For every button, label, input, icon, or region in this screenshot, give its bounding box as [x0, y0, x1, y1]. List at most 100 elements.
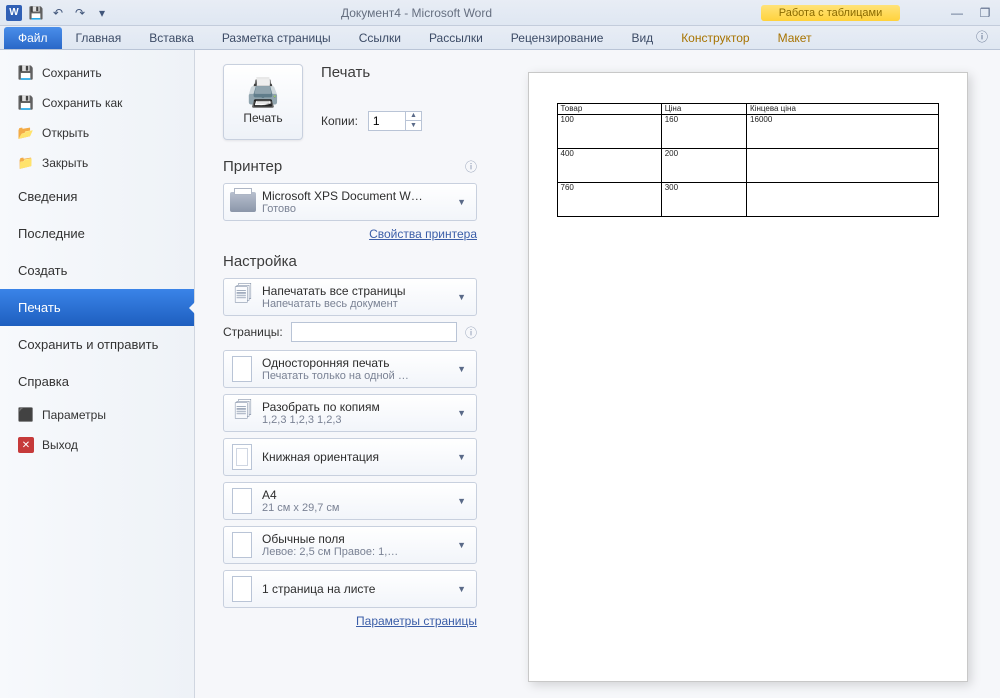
print-preview-pane: Товар Ціна Кінцева ціна 100 160 16000 40…	[495, 50, 1000, 698]
tab-mailings[interactable]: Рассылки	[415, 27, 497, 49]
tab-page-layout[interactable]: Разметка страницы	[208, 27, 345, 49]
word-app-icon[interactable]: W	[6, 5, 22, 21]
sidebar-item-open[interactable]: 📂 Открыть	[0, 118, 194, 148]
copies-down-icon[interactable]: ▼	[405, 121, 421, 131]
table-cell	[747, 183, 938, 217]
paper-size-icon	[232, 488, 252, 514]
table-header-cell: Ціна	[661, 104, 746, 115]
pages-input[interactable]	[291, 322, 457, 342]
portrait-icon	[232, 444, 252, 470]
tab-references[interactable]: Ссылки	[345, 27, 415, 49]
preview-page: Товар Ціна Кінцева ціна 100 160 16000 40…	[528, 72, 968, 682]
copies-spinner[interactable]: ▲ ▼	[368, 111, 422, 131]
table-cell: 200	[661, 149, 746, 183]
sidebar-item-options[interactable]: ⬛ Параметры	[0, 400, 194, 430]
copies-input[interactable]	[369, 114, 405, 128]
sidebar-item-recent[interactable]: Последние	[0, 215, 194, 252]
margins-dropdown[interactable]: Обычные поля Левое: 2,5 см Правое: 1,… ▼	[223, 526, 477, 564]
tab-file[interactable]: Файл	[4, 27, 62, 49]
page-setup-link[interactable]: Параметры страницы	[356, 614, 477, 628]
chevron-down-icon: ▼	[453, 408, 470, 418]
tab-table-design[interactable]: Конструктор	[667, 27, 763, 49]
sidebar-item-label: Сведения	[18, 189, 77, 204]
orientation-dropdown[interactable]: Книжная ориентация ▼	[223, 438, 477, 476]
ribbon-tabs: Файл Главная Вставка Разметка страницы С…	[0, 26, 1000, 50]
sidebar-item-info[interactable]: Сведения	[0, 178, 194, 215]
duplex-dropdown[interactable]: Односторонняя печать Печатать только на …	[223, 350, 477, 388]
sidebar-item-label: Сохранить	[42, 66, 102, 80]
table-row: 100 160 16000	[557, 115, 938, 149]
help-icon[interactable]: ⓘ	[968, 24, 996, 49]
window-title: Документ4 - Microsoft Word	[110, 6, 723, 20]
tab-view[interactable]: Вид	[617, 27, 667, 49]
exit-icon: ✕	[18, 437, 34, 453]
info-icon[interactable]: ⓘ	[465, 158, 477, 175]
sidebar-item-save[interactable]: 💾 Сохранить	[0, 58, 194, 88]
table-cell	[747, 149, 938, 183]
table-row: Товар Ціна Кінцева ціна	[557, 104, 938, 115]
sidebar-item-save-as[interactable]: 💾 Сохранить как	[0, 88, 194, 118]
info-icon[interactable]: ⓘ	[465, 324, 477, 341]
sidebar-item-label: Печать	[18, 300, 61, 315]
sidebar-item-label: Открыть	[42, 126, 89, 140]
collate-sub: 1,2,3 1,2,3 1,2,3	[262, 414, 453, 426]
save-icon: 💾	[18, 65, 34, 81]
per-sheet-title: 1 страница на листе	[262, 582, 453, 596]
settings-heading: Настройка	[223, 253, 297, 270]
minimize-button[interactable]: —	[948, 6, 966, 20]
copies-up-icon[interactable]: ▲	[405, 111, 421, 121]
folder-icon: 📁	[18, 155, 34, 171]
quick-access-toolbar: W 💾 ↶ ↷ ▾	[6, 5, 110, 21]
print-button[interactable]: 🖨️ Печать	[223, 64, 303, 140]
sidebar-item-close[interactable]: 📁 Закрыть	[0, 148, 194, 178]
pages-per-sheet-dropdown[interactable]: 1 страница на листе ▼	[223, 570, 477, 608]
margins-title: Обычные поля	[262, 532, 453, 546]
print-scope-dropdown[interactable]: 🗐 Напечатать все страницы Напечатать вес…	[223, 278, 477, 316]
restore-button[interactable]: ❐	[976, 6, 994, 20]
scope-sub: Напечатать весь документ	[262, 298, 453, 310]
sidebar-item-exit[interactable]: ✕ Выход	[0, 430, 194, 460]
tab-review[interactable]: Рецензирование	[497, 27, 618, 49]
copies-label: Копии:	[321, 114, 358, 128]
chevron-down-icon: ▼	[453, 540, 470, 550]
size-sub: 21 см x 29,7 см	[262, 502, 453, 514]
size-title: A4	[262, 488, 453, 502]
sidebar-item-label: Выход	[42, 438, 78, 452]
printer-properties-link[interactable]: Свойства принтера	[369, 227, 477, 241]
sidebar-item-print[interactable]: Печать	[0, 289, 194, 326]
paper-size-dropdown[interactable]: A4 21 см x 29,7 см ▼	[223, 482, 477, 520]
save-icon[interactable]: 💾	[28, 5, 44, 21]
duplex-title: Односторонняя печать	[262, 356, 453, 370]
collate-title: Разобрать по копиям	[262, 400, 453, 414]
sidebar-item-help[interactable]: Справка	[0, 363, 194, 400]
backstage-view: 💾 Сохранить 💾 Сохранить как 📂 Открыть 📁 …	[0, 50, 1000, 698]
pages-label: Страницы:	[223, 325, 283, 339]
tab-insert[interactable]: Вставка	[135, 27, 208, 49]
printer-dropdown[interactable]: Microsoft XPS Document W… Готово ▼	[223, 183, 477, 221]
sidebar-item-label: Создать	[18, 263, 67, 278]
table-cell: 16000	[747, 115, 938, 149]
margins-sub: Левое: 2,5 см Правое: 1,…	[262, 546, 453, 558]
titlebar: W 💾 ↶ ↷ ▾ Документ4 - Microsoft Word Раб…	[0, 0, 1000, 26]
margins-icon	[232, 532, 252, 558]
chevron-down-icon: ▼	[453, 452, 470, 462]
sidebar-item-new[interactable]: Создать	[0, 252, 194, 289]
save-as-icon: 💾	[18, 95, 34, 111]
sidebar-item-share[interactable]: Сохранить и отправить	[0, 326, 194, 363]
tab-table-layout[interactable]: Макет	[764, 27, 826, 49]
sidebar-item-label: Закрыть	[42, 156, 88, 170]
duplex-sub: Печатать только на одной …	[262, 370, 453, 382]
table-cell: 300	[661, 183, 746, 217]
qat-customize-icon[interactable]: ▾	[94, 5, 110, 21]
table-cell: 760	[557, 183, 661, 217]
undo-icon[interactable]: ↶	[50, 5, 66, 21]
tab-home[interactable]: Главная	[62, 27, 136, 49]
redo-icon[interactable]: ↷	[72, 5, 88, 21]
sidebar-item-label: Последние	[18, 226, 85, 241]
table-row: 400 200	[557, 149, 938, 183]
table-header-cell: Кінцева ціна	[747, 104, 938, 115]
backstage-sidebar: 💾 Сохранить 💾 Сохранить как 📂 Открыть 📁 …	[0, 50, 195, 698]
table-cell: 400	[557, 149, 661, 183]
collate-dropdown[interactable]: 🗐 Разобрать по копиям 1,2,3 1,2,3 1,2,3 …	[223, 394, 477, 432]
printer-status: Готово	[262, 203, 453, 215]
